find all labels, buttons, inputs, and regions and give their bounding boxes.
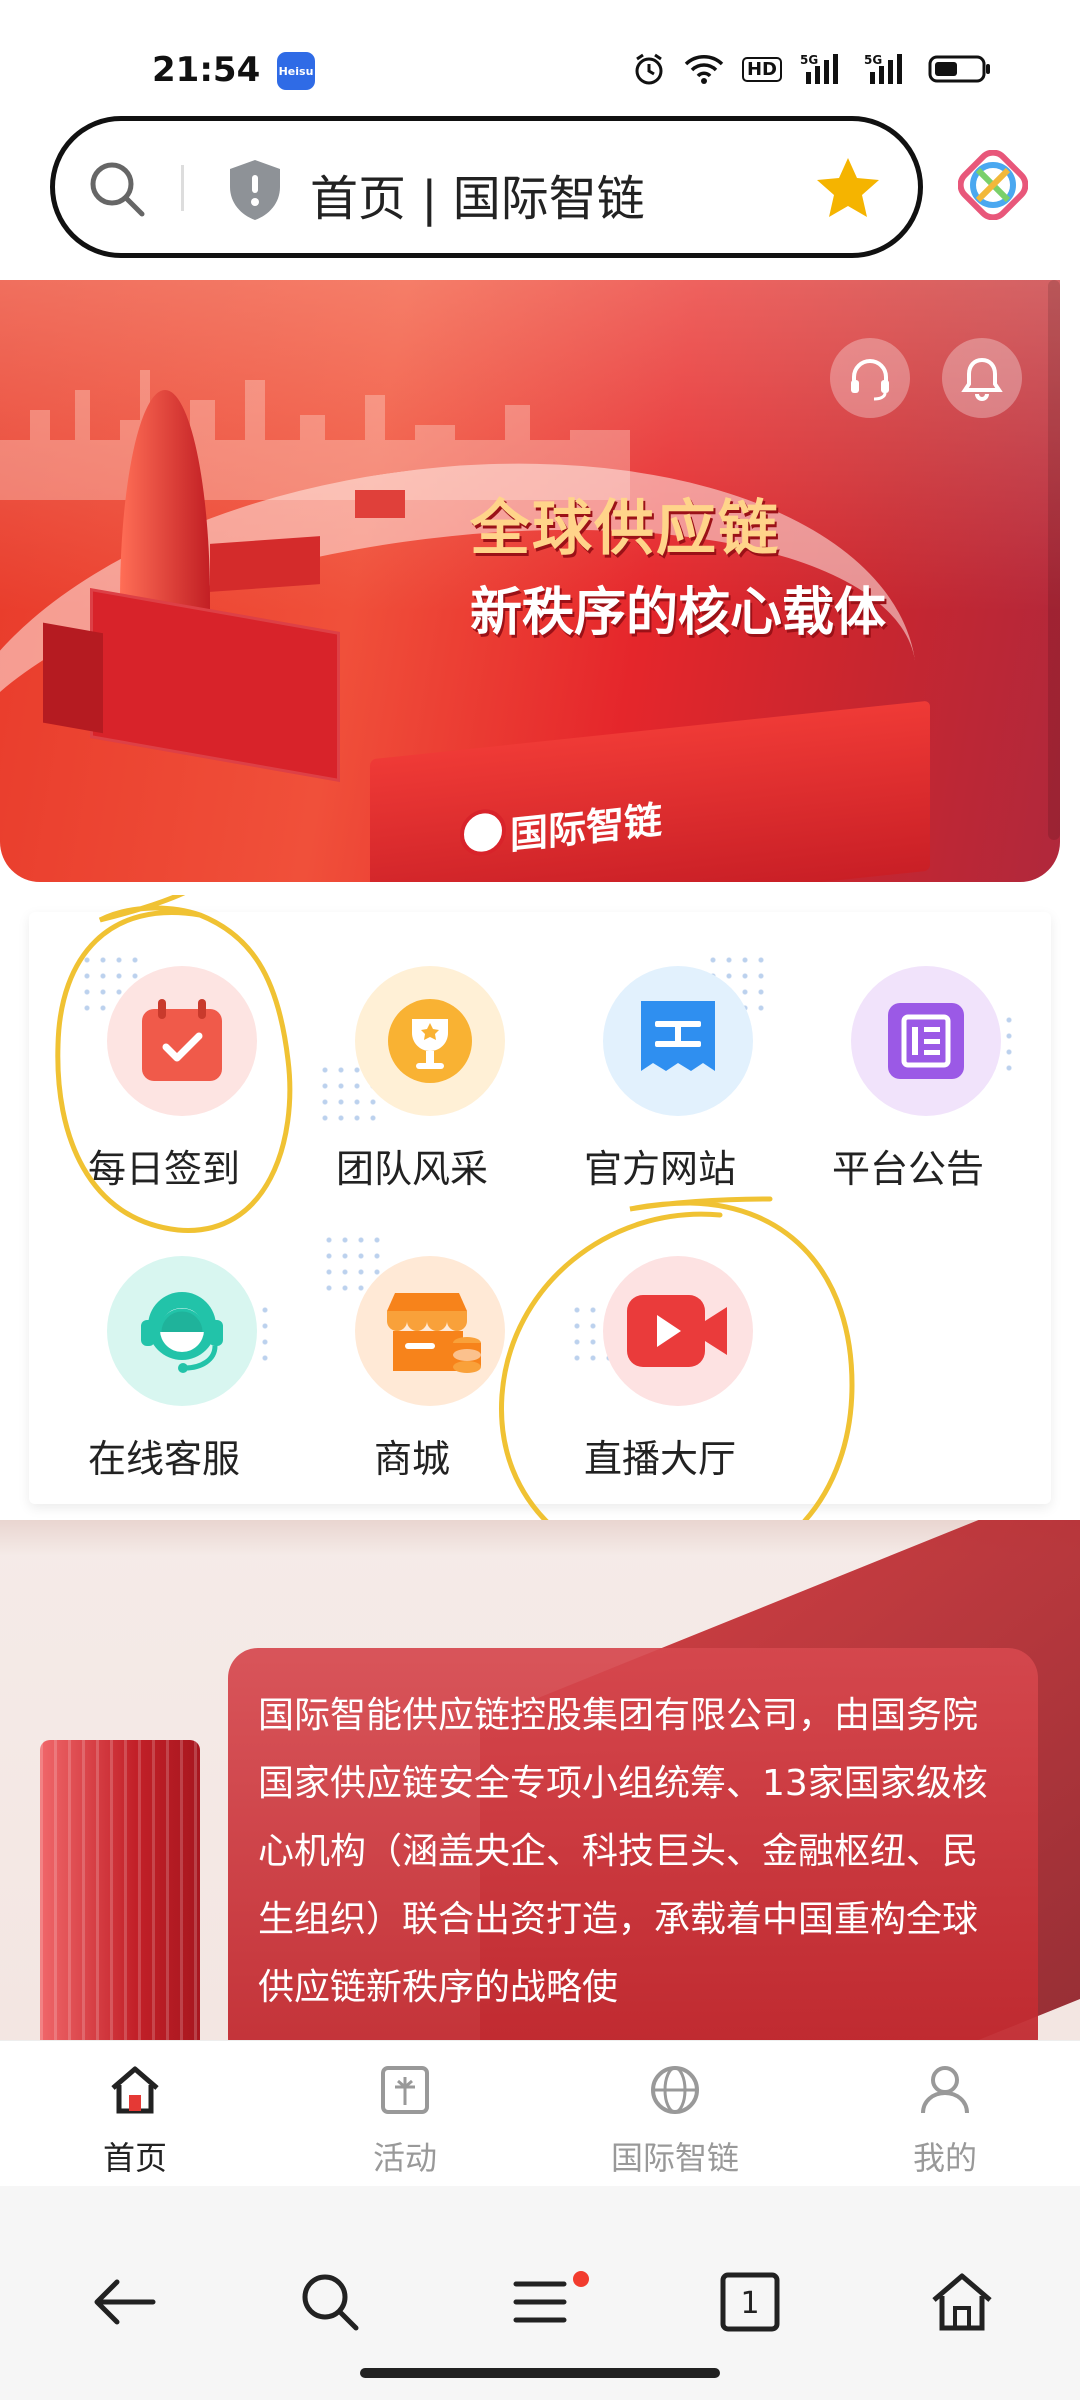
bell-icon bbox=[961, 357, 1003, 401]
wifi-icon bbox=[684, 55, 724, 84]
gift-icon bbox=[381, 2066, 429, 2114]
back-button[interactable] bbox=[84, 2262, 164, 2342]
customer-service-icon bbox=[141, 1292, 223, 1373]
alarm-icon bbox=[635, 53, 663, 85]
status-bar: 21:54 Heisu HD 5G 5G bbox=[0, 0, 1080, 110]
home-icon bbox=[111, 2066, 159, 2114]
menu-item-online-service[interactable]: 在线客服 bbox=[49, 1222, 279, 1482]
back-icon bbox=[94, 2279, 156, 2325]
truck-image bbox=[355, 490, 405, 518]
status-time: 21:54 bbox=[152, 50, 261, 90]
menu-icon-bg bbox=[603, 966, 753, 1116]
website-icon bbox=[641, 1001, 715, 1071]
bookmark-star-icon[interactable] bbox=[813, 153, 883, 223]
signal-5g-icon: 5G bbox=[864, 53, 902, 84]
tabs-icon: 1 bbox=[720, 2272, 780, 2332]
menu-icon-bg bbox=[107, 1256, 257, 1406]
home-indicator[interactable] bbox=[360, 2368, 720, 2378]
svg-text:5G: 5G bbox=[864, 53, 882, 67]
hero-headline: 全球供应链 bbox=[470, 494, 780, 564]
menu-icon-bg bbox=[355, 966, 505, 1116]
menu-item-team-style[interactable]: 团队风采 bbox=[297, 932, 527, 1192]
tower-image bbox=[40, 1740, 200, 2040]
tab-label: 国际智链 bbox=[610, 2139, 739, 2177]
menu-label: 在线客服 bbox=[87, 1437, 240, 1481]
hero-subline: 新秩序的核心载体 bbox=[470, 583, 887, 643]
company-intro-section: 国际智能供应链控股集团有限公司，由国务院 国家供应链安全专项小组统筹、13家国家… bbox=[0, 1520, 1080, 2040]
home-button[interactable] bbox=[922, 2262, 1002, 2342]
tabs-button[interactable]: 1 bbox=[710, 2262, 790, 2342]
truck-image bbox=[210, 536, 320, 592]
intro-text: 国际智能供应链控股集团有限公司，由国务院 国家供应链安全专项小组统筹、13家国家… bbox=[258, 1695, 988, 2008]
annotation-circle-checkin bbox=[55, 895, 293, 1233]
banner-scrollbar[interactable] bbox=[1048, 280, 1060, 840]
home-icon bbox=[932, 2273, 992, 2331]
tab-label: 首页 bbox=[102, 2139, 167, 2177]
svg-text:5G: 5G bbox=[800, 53, 818, 67]
notification-button[interactable] bbox=[942, 338, 1022, 418]
shop-icon bbox=[387, 1293, 481, 1373]
tab-intl-chain[interactable]: 国际智链 bbox=[540, 2041, 810, 2187]
shield-icon[interactable] bbox=[225, 157, 285, 223]
search-icon bbox=[302, 2274, 359, 2331]
address-bar[interactable]: 首页 | 国际智链 bbox=[50, 116, 923, 258]
page-title[interactable]: 首页 | 国际智链 bbox=[310, 159, 645, 229]
address-divider bbox=[181, 165, 184, 211]
notice-icon bbox=[888, 1003, 964, 1079]
hd-icon: HD bbox=[741, 56, 782, 82]
tab-label: 我的 bbox=[912, 2139, 977, 2177]
menu-item-official-site[interactable]: 官方网站 bbox=[545, 932, 775, 1192]
globe-icon bbox=[651, 2066, 699, 2114]
user-icon bbox=[921, 2066, 969, 2114]
svg-text:1: 1 bbox=[740, 2286, 759, 2321]
hero-banner[interactable]: 国际智链 全球供应链 新秩序的核心载体 bbox=[0, 280, 1060, 882]
truck-logo-text: 国际智链 bbox=[510, 797, 663, 858]
trophy-icon bbox=[388, 999, 472, 1083]
bottom-tab-bar: 首页 活动 国际智链 我的 bbox=[0, 2040, 1080, 2186]
company-logo bbox=[460, 807, 506, 858]
menu-icon-bg bbox=[851, 966, 1001, 1116]
search-button[interactable] bbox=[290, 2262, 370, 2342]
headset-icon bbox=[851, 359, 889, 401]
customer-service-button[interactable] bbox=[830, 338, 910, 418]
intro-card: 国际智能供应链控股集团有限公司，由国务院 国家供应链安全专项小组统筹、13家国家… bbox=[228, 1648, 1038, 2040]
battery-icon bbox=[928, 55, 990, 83]
menu-button[interactable] bbox=[500, 2262, 580, 2342]
tab-label: 活动 bbox=[372, 2139, 437, 2177]
search-icon[interactable] bbox=[85, 157, 149, 221]
signal-5g-icon: 5G bbox=[800, 53, 838, 84]
tab-activity[interactable]: 活动 bbox=[270, 2041, 540, 2187]
status-icons: HD 5G 5G bbox=[632, 52, 992, 86]
tab-home[interactable]: 首页 bbox=[0, 2041, 270, 2187]
menu-item-platform-notice[interactable]: 平台公告 bbox=[793, 932, 1023, 1192]
notification-dot bbox=[573, 2271, 589, 2287]
tab-profile[interactable]: 我的 bbox=[810, 2041, 1080, 2187]
menu-icon bbox=[513, 2281, 567, 2323]
browser-extension-icon[interactable] bbox=[958, 150, 1028, 220]
app-notification-icon: Heisu bbox=[277, 52, 315, 90]
menu-icon-bg bbox=[355, 1256, 505, 1406]
